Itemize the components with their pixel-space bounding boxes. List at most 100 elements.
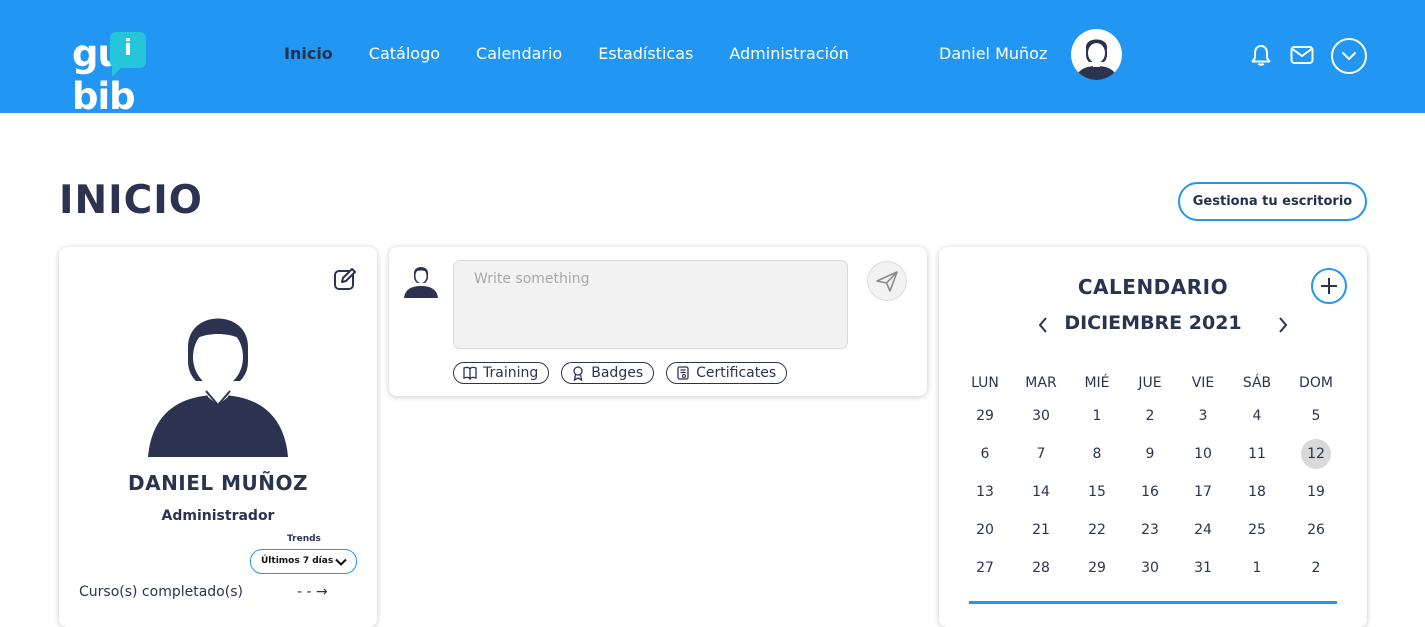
- post-text-input[interactable]: [453, 260, 848, 349]
- calendar-day[interactable]: 14: [1011, 484, 1071, 500]
- calendar-day[interactable]: 30: [1123, 560, 1177, 576]
- weekday-label: SÁB: [1242, 375, 1272, 391]
- plus-icon: [1321, 278, 1337, 294]
- calendar-day[interactable]: 8: [1071, 446, 1123, 462]
- send-post-button[interactable]: [867, 261, 907, 301]
- chevron-down-icon: [1342, 52, 1356, 61]
- calendar-day[interactable]: 20: [959, 522, 1011, 538]
- calendar-day-number: 21: [1032, 522, 1050, 538]
- nav-item-administracion[interactable]: Administración: [729, 44, 849, 63]
- profile-name: DANIEL MUÑOZ: [127, 471, 308, 495]
- calendar-day-today[interactable]: 12: [1285, 439, 1347, 469]
- calendar-day-number: 26: [1307, 522, 1325, 538]
- calendar-day-number: 25: [1248, 522, 1266, 538]
- calendar-week-row: 29 30 1 2 3 4 5: [959, 397, 1359, 435]
- calendar-day[interactable]: 18: [1229, 484, 1285, 500]
- calendar-day[interactable]: 3: [1177, 408, 1229, 424]
- calendar-day[interactable]: 6: [959, 446, 1011, 462]
- edit-icon[interactable]: [332, 266, 358, 292]
- calendar-day[interactable]: 4: [1229, 408, 1285, 424]
- calendar-day[interactable]: 7: [1011, 446, 1071, 462]
- calendar-day[interactable]: 27: [959, 560, 1011, 576]
- manage-desktop-button[interactable]: Gestiona tu escritorio: [1178, 182, 1367, 221]
- calendar-day[interactable]: 1: [1071, 408, 1123, 424]
- calendar-day[interactable]: 10: [1177, 446, 1229, 462]
- calendar-week-row: 6 7 8 9 10 11 12: [959, 435, 1359, 473]
- calendar-day-number: 10: [1194, 446, 1212, 462]
- calendar-day[interactable]: 26: [1285, 522, 1347, 538]
- calendar-week-row: 13 14 15 16 17 18 19: [959, 473, 1359, 511]
- calendar-day[interactable]: 2: [1123, 408, 1177, 424]
- chip-label: Badges: [591, 365, 644, 381]
- trends-period-select[interactable]: Últimos 7 días: [250, 549, 357, 574]
- calendar-day-number: 28: [1032, 560, 1050, 576]
- calendar-day[interactable]: 2: [1285, 560, 1347, 576]
- calendar-day-number: 1: [1092, 408, 1102, 424]
- chip-badges[interactable]: Badges: [561, 362, 655, 384]
- calendar-day-number: 29: [1088, 560, 1106, 576]
- nav-item-calendario[interactable]: Calendario: [476, 44, 562, 63]
- calendar-day[interactable]: 9: [1123, 446, 1177, 462]
- next-month-button[interactable]: [1275, 315, 1291, 335]
- calendar-day[interactable]: 24: [1177, 522, 1229, 538]
- nav-item-estadisticas[interactable]: Estadísticas: [598, 44, 693, 63]
- calendar-day[interactable]: 19: [1285, 484, 1347, 500]
- calendar-day[interactable]: 17: [1177, 484, 1229, 500]
- calendar-day[interactable]: 13: [959, 484, 1011, 500]
- weekday-label: DOM: [1299, 375, 1333, 391]
- calendar-day-number: 8: [1092, 446, 1102, 462]
- calendar-day[interactable]: 22: [1071, 522, 1123, 538]
- calendar-day-number: 17: [1194, 484, 1212, 500]
- logo-bubble: i: [110, 32, 146, 77]
- add-event-button[interactable]: [1311, 268, 1347, 304]
- calendar-day[interactable]: 31: [1177, 560, 1229, 576]
- chip-training[interactable]: Training: [453, 362, 550, 384]
- header-user-name[interactable]: Daniel Muñoz: [939, 44, 1047, 63]
- mail-icon[interactable]: [1289, 42, 1315, 68]
- chip-label: Training: [483, 365, 539, 381]
- calendar-day[interactable]: 5: [1285, 408, 1347, 424]
- calendar-day[interactable]: 23: [1123, 522, 1177, 538]
- calendar-day[interactable]: 16: [1123, 484, 1177, 500]
- calendar-day[interactable]: 15: [1071, 484, 1123, 500]
- send-icon: [876, 271, 898, 292]
- calendar-day[interactable]: 11: [1229, 446, 1285, 462]
- calendar-weekday-header: LUN MAR MIÉ JUE VIE SÁB DOM: [959, 375, 1359, 397]
- profile-role: Administrador: [161, 508, 275, 524]
- calendar-day-number: 24: [1194, 522, 1212, 538]
- logo-text-right: bib: [72, 75, 136, 118]
- calendar-divider: [969, 601, 1337, 604]
- calendar-day-number: 30: [1141, 560, 1159, 576]
- calendar-day-number: 16: [1141, 484, 1159, 500]
- calendar-day-number: 11: [1248, 446, 1266, 462]
- calendar-week-row: 27 28 29 30 31 1 2: [959, 549, 1359, 587]
- calendar-card: CALENDARIO DICIEMBRE 2021 LUN MAR MIÉ JUE VI…: [939, 247, 1367, 627]
- calendar-day-number: 18: [1248, 484, 1266, 500]
- calendar-week-row: 20 21 22 23 24 25 26: [959, 511, 1359, 549]
- courses-completed-label: Curso(s) completado(s): [79, 584, 243, 600]
- calendar-day-number: 6: [980, 446, 990, 462]
- book-icon: [463, 366, 477, 381]
- calendar-grid: LUN MAR MIÉ JUE VIE SÁB DOM 29 30 1 2 3 4 5 6 7 8 9 10 11 12…: [959, 375, 1359, 587]
- guibib-logo[interactable]: gubib i: [72, 28, 212, 118]
- calendar-day[interactable]: 28: [1011, 560, 1071, 576]
- calendar-day[interactable]: 29: [959, 408, 1011, 424]
- calendar-day[interactable]: 25: [1229, 522, 1285, 538]
- chip-certificates[interactable]: Certificates: [666, 362, 788, 384]
- profile-avatar: [148, 318, 288, 457]
- calendar-day[interactable]: 30: [1011, 408, 1071, 424]
- weekday-label: MIÉ: [1084, 375, 1110, 391]
- calendar-day-number: 15: [1088, 484, 1106, 500]
- user-menu-button[interactable]: [1331, 38, 1367, 74]
- nav-item-catalogo[interactable]: Catálogo: [369, 44, 440, 63]
- header-avatar[interactable]: [1071, 29, 1122, 80]
- nav-item-inicio[interactable]: Inicio: [284, 44, 333, 63]
- bell-icon[interactable]: [1248, 42, 1274, 68]
- calendar-day[interactable]: 21: [1011, 522, 1071, 538]
- calendar-day-number: 27: [976, 560, 994, 576]
- badge-icon: [573, 366, 583, 381]
- calendar-day-number: 1: [1252, 560, 1262, 576]
- calendar-day[interactable]: 1: [1229, 560, 1285, 576]
- page-title: INICIO: [59, 178, 203, 223]
- calendar-day[interactable]: 29: [1071, 560, 1123, 576]
